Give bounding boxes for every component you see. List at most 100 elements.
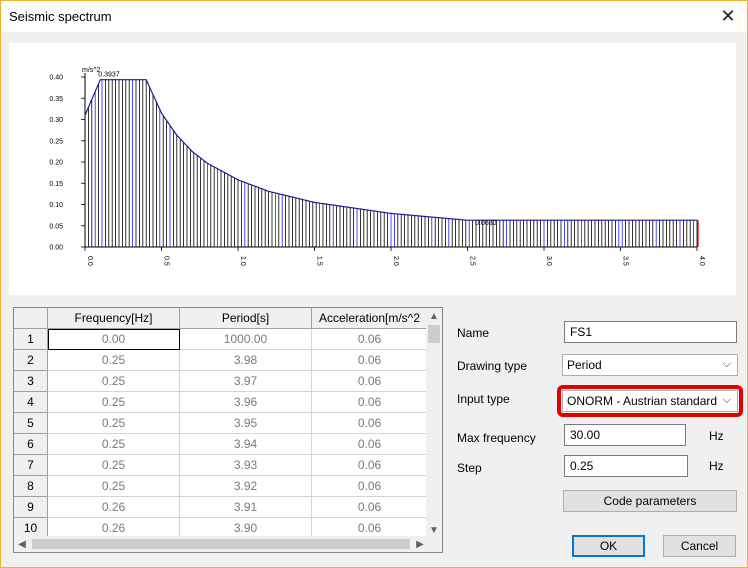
frequency-cell[interactable]: 0.26: [48, 518, 180, 538]
scroll-up-icon[interactable]: ▲: [426, 308, 442, 324]
frequency-cell[interactable]: 0.25: [48, 392, 180, 413]
max-frequency-label: Max frequency: [457, 431, 536, 445]
period-cell[interactable]: 3.98: [180, 350, 312, 371]
table-row[interactable]: 7 0.25 3.93 0.06: [14, 455, 428, 476]
table-row[interactable]: 2 0.25 3.98 0.06: [14, 350, 428, 371]
row-number-cell: 10: [14, 518, 48, 538]
max-frequency-field[interactable]: 30.00: [564, 424, 686, 446]
period-cell[interactable]: 3.93: [180, 455, 312, 476]
chevron-down-icon: ⌵: [722, 358, 731, 370]
table-row[interactable]: 9 0.26 3.91 0.06: [14, 497, 428, 518]
column-header-acceleration[interactable]: Acceleration[m/s^2: [312, 308, 428, 329]
max-frequency-unit: Hz: [709, 429, 724, 443]
ok-button[interactable]: OK: [572, 535, 645, 557]
frequency-cell[interactable]: 0.26: [48, 497, 180, 518]
title-bar: Seismic spectrum ✕: [1, 1, 747, 32]
row-number-cell: 6: [14, 434, 48, 455]
period-cell[interactable]: 3.91: [180, 497, 312, 518]
scroll-left-icon[interactable]: ◀: [14, 536, 30, 552]
row-number-cell: 5: [14, 413, 48, 434]
x-tick-label: 3.0: [545, 256, 552, 266]
table-row[interactable]: 3 0.25 3.97 0.06: [14, 371, 428, 392]
y-tick-label: 0.25: [49, 138, 63, 145]
column-header-frequency[interactable]: Frequency[Hz]: [48, 308, 180, 329]
frequency-cell[interactable]: 0.00: [48, 329, 180, 350]
spectrum-chart-panel: 0.00 0.05 0.10 0.15 0.20 0.25 0.30 0.35 0.40 0.0 0…: [9, 43, 736, 295]
input-type-highlight: [557, 385, 743, 417]
table-row[interactable]: 5 0.25 3.95 0.06: [14, 413, 428, 434]
horizontal-scroll-thumb[interactable]: [32, 539, 410, 549]
code-parameters-button[interactable]: Code parameters: [563, 490, 737, 512]
frequency-cell[interactable]: 0.25: [48, 434, 180, 455]
drawing-type-select[interactable]: Period ⌵: [562, 354, 738, 376]
period-cell[interactable]: 1000.00: [180, 329, 312, 350]
x-tick-label: 2.5: [469, 256, 476, 266]
period-cell[interactable]: 3.97: [180, 371, 312, 392]
acceleration-cell[interactable]: 0.06: [312, 371, 428, 392]
x-tick-label: 0.0: [86, 256, 93, 266]
row-number-cell: 4: [14, 392, 48, 413]
spectrum-chart: 0.00 0.05 0.10 0.15 0.20 0.25 0.30 0.35 0.40 0.0 0…: [49, 67, 705, 266]
table-row[interactable]: 1 0.00 1000.00 0.06: [14, 329, 428, 350]
frequency-cell[interactable]: 0.25: [48, 476, 180, 497]
horizontal-scrollbar[interactable]: ◀ ▶: [14, 536, 428, 552]
corner-header-cell: [14, 308, 48, 329]
x-tick-label: 3.5: [622, 256, 629, 266]
row-number-cell: 1: [14, 329, 48, 350]
table-row[interactable]: 6 0.25 3.94 0.06: [14, 434, 428, 455]
period-cell[interactable]: 3.96: [180, 392, 312, 413]
acceleration-cell[interactable]: 0.06: [312, 455, 428, 476]
close-icon[interactable]: ✕: [713, 3, 743, 29]
drawing-type-label: Drawing type: [457, 359, 528, 373]
y-tick-label: 0.05: [49, 223, 63, 230]
acceleration-cell[interactable]: 0.06: [312, 392, 428, 413]
period-cell[interactable]: 3.95: [180, 413, 312, 434]
acceleration-cell[interactable]: 0.06: [312, 434, 428, 455]
y-tick-label: 0.40: [49, 75, 63, 82]
seismic-spectrum-dialog: Seismic spectrum ✕ 0.00 0.05 0.10 0.15 0.20 0…: [0, 0, 748, 568]
y-tick-label: 0.30: [49, 117, 63, 124]
acceleration-cell[interactable]: 0.06: [312, 413, 428, 434]
vertical-scrollbar[interactable]: ▲ ▼: [426, 308, 442, 538]
acceleration-cell[interactable]: 0.06: [312, 329, 428, 350]
period-cell[interactable]: 3.94: [180, 434, 312, 455]
spectrum-table[interactable]: Frequency[Hz] Period[s] Acceleration[m/s…: [13, 307, 443, 553]
scrollbar-corner: [426, 536, 442, 552]
period-cell[interactable]: 3.92: [180, 476, 312, 497]
row-number-cell: 7: [14, 455, 48, 476]
row-number-cell: 8: [14, 476, 48, 497]
acceleration-cell[interactable]: 0.06: [312, 350, 428, 371]
step-label: Step: [457, 461, 482, 475]
x-tick-label: 4.0: [698, 256, 705, 266]
period-cell[interactable]: 3.90: [180, 518, 312, 538]
vertical-scroll-thumb[interactable]: [428, 325, 440, 343]
cancel-button[interactable]: Cancel: [663, 535, 736, 557]
end-value-label: 0.0630: [475, 220, 497, 227]
row-number-cell: 2: [14, 350, 48, 371]
peak-value-label: 0.3937: [98, 72, 120, 79]
row-number-cell: 3: [14, 371, 48, 392]
table-body: Frequency[Hz] Period[s] Acceleration[m/s…: [14, 308, 428, 538]
input-type-label: Input type: [457, 392, 510, 406]
row-number-cell: 9: [14, 497, 48, 518]
acceleration-cell[interactable]: 0.06: [312, 497, 428, 518]
step-field[interactable]: 0.25: [564, 455, 688, 477]
name-label: Name: [457, 326, 490, 340]
y-tick-label: 0.10: [49, 202, 63, 209]
table-row[interactable]: 4 0.25 3.96 0.06: [14, 392, 428, 413]
frequency-cell[interactable]: 0.25: [48, 350, 180, 371]
name-field[interactable]: FS1: [564, 321, 737, 343]
acceleration-cell[interactable]: 0.06: [312, 518, 428, 538]
column-header-period[interactable]: Period[s]: [180, 308, 312, 329]
frequency-cell[interactable]: 0.25: [48, 455, 180, 476]
table-header-row: Frequency[Hz] Period[s] Acceleration[m/s…: [14, 308, 428, 329]
acceleration-cell[interactable]: 0.06: [312, 476, 428, 497]
x-tick-label: 1.5: [316, 256, 323, 266]
table-row[interactable]: 8 0.25 3.92 0.06: [14, 476, 428, 497]
table-row[interactable]: 10 0.26 3.90 0.06: [14, 518, 428, 538]
y-tick-label: 0.35: [49, 96, 63, 103]
frequency-cell[interactable]: 0.25: [48, 413, 180, 434]
frequency-cell[interactable]: 0.25: [48, 371, 180, 392]
window-title: Seismic spectrum: [9, 9, 112, 24]
y-tick-label: 0.00: [49, 245, 63, 252]
